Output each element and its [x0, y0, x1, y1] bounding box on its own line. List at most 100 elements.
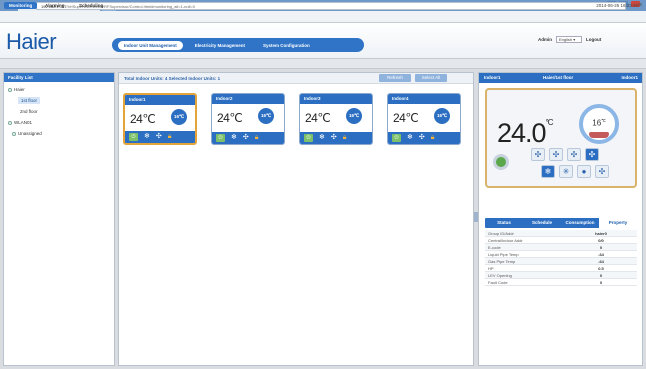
setpoint-readout: 16℃ [583, 118, 615, 128]
unit-setpoint: 16℃ [258, 108, 274, 124]
heat-mode-icon[interactable]: ✳ [559, 165, 573, 178]
cool-mode-icon: ❄ [144, 133, 150, 140]
nav-system-configuration[interactable]: System Configuration [257, 41, 316, 50]
cool-mode-icon[interactable]: ❄ [541, 165, 555, 178]
power-button[interactable] [493, 154, 509, 170]
unit-setpoint: 16℃ [434, 108, 450, 124]
unit-detail-panel: Indoor1 Haier/1st floor Indoor1 24.0°C 1… [478, 72, 643, 366]
url-input[interactable]: 192.168.1.127/VrfSupervisor/web/VRFSuper… [36, 2, 626, 10]
setpoint-dial[interactable]: 16℃ [579, 104, 619, 144]
detail-unit-name-right: Indoor1 [621, 75, 639, 80]
dry-mode-icon[interactable]: ● [577, 165, 591, 178]
fan-icon: ✣ [418, 134, 425, 141]
fan-icon: ✣ [330, 134, 337, 141]
table-row: Group ID/Addr haier0 [485, 230, 637, 237]
browser-menu-icon[interactable]: ≡ [638, 2, 642, 10]
unit-card-indoor3[interactable]: Indoor3 24℃ 16℃ ⏻ ❄ ✣ 🔒︎ [299, 93, 373, 145]
unit-card-indoor2[interactable]: Indoor2 24℃ 16℃ ⏻ ❄ ✣ 🔒︎ [211, 93, 285, 145]
unit-room-temp: 24℃ [305, 111, 331, 125]
controller-display: 24.0°C 16℃ ✣ ✣ ✣ ✣ ❄ ✳ ● ✣ [485, 88, 637, 188]
unit-card-title: Indoor4 [388, 94, 460, 104]
node-icon [12, 131, 16, 136]
tree-item-wlan01[interactable]: WLAN01 [8, 119, 32, 126]
setpoint-unit: ℃ [601, 118, 606, 123]
power-icon: ⏻ [129, 133, 138, 141]
unit-room-temp: 24℃ [217, 111, 243, 125]
tree-item-label: Unassigned [18, 131, 42, 136]
power-icon: ⏻ [392, 134, 401, 142]
unit-room-temp: 24℃ [393, 111, 419, 125]
language-select[interactable]: English ▾ [556, 36, 582, 43]
fan-icon: ✣ [155, 133, 162, 140]
node-icon [8, 120, 12, 125]
property-value: 0.5 [598, 266, 604, 271]
user-controls: Admin English ▾ Logout [538, 36, 601, 43]
tree-item-unassigned[interactable]: Unassigned [12, 130, 42, 137]
property-key: LEV Opening [488, 273, 512, 278]
property-value: 0/0 [598, 238, 604, 243]
setpoint-value: 16 [592, 118, 602, 128]
unit-card-indoor4[interactable]: Indoor4 24℃ 16℃ ⏻ ❄ ✣ 🔒︎ [387, 93, 461, 145]
tree-item-2nd-floor[interactable]: 2nd floor [20, 108, 38, 115]
cool-mode-icon: ❄ [407, 134, 413, 141]
haier-logo: Haier [6, 29, 57, 54]
property-key: Fault Code [488, 280, 508, 285]
language-value: English [559, 37, 573, 42]
unit-status-bar: ⏻ ❄ ✣ 🔒︎ [125, 131, 195, 143]
fan-speed-icon[interactable]: ✣ [567, 148, 581, 161]
tree-item-label: WLAN01 [14, 120, 33, 125]
tree-item-haier[interactable]: Haier [8, 86, 25, 93]
property-value: -64 [598, 259, 604, 264]
tab-consumption[interactable]: Consumption [561, 218, 599, 228]
detail-header: Indoor1 Haier/1st floor Indoor1 [479, 73, 642, 83]
unit-room-temp: 24℃ [130, 112, 156, 126]
nav-indoor-unit-management[interactable]: Indoor Unit Management [118, 40, 183, 50]
table-row: Central/Indoor Addr 0/0 [485, 237, 637, 244]
tab-alarming[interactable]: Alarming [40, 2, 70, 9]
room-temp-value: 24.0 [497, 118, 547, 148]
tab-schedule[interactable]: Schedule [523, 218, 561, 228]
unit-status-bar: ⏻ ❄ ✣ 🔒︎ [388, 132, 460, 144]
table-row: LEV Opening 0 [485, 272, 637, 279]
select-all-button[interactable]: Select All [415, 74, 447, 82]
lock-icon: 🔒︎ [342, 134, 347, 141]
cool-mode-icon: ❄ [231, 134, 237, 141]
node-icon [8, 87, 12, 92]
tab-monitoring[interactable]: Monitoring [4, 2, 38, 9]
fan-only-icon[interactable]: ✣ [595, 165, 609, 178]
table-row: HP 0.5 [485, 265, 637, 272]
property-table: Group ID/Addr haier0 Central/Indoor Addr 0… [485, 230, 637, 286]
lock-icon: 🔒︎ [430, 134, 435, 141]
property-key: Gas Pipe Temp [488, 259, 516, 264]
unit-card-title: Indoor3 [300, 94, 372, 104]
property-value: 0 [599, 280, 603, 285]
property-key: Liquid Pipe Temp [488, 252, 519, 257]
unit-card-indoor1[interactable]: Indoor1 24℃ 16℃ ⏻ ❄ ✣ 🔒︎ [123, 93, 197, 145]
facility-panel: Facility List Haier 1st floor 2nd floor … [3, 72, 115, 366]
units-stats: Total Indoor Units: 4 Selected Indoor Un… [124, 76, 221, 81]
lock-icon: 🔒︎ [167, 133, 172, 140]
property-value: haier0 [595, 231, 607, 236]
tree-item-label: Haier [14, 87, 25, 92]
detail-location: Haier/1st floor [543, 75, 574, 80]
tree-item-1st-floor[interactable]: 1st floor [18, 97, 41, 104]
tab-status[interactable]: Status [485, 218, 523, 228]
logout-link[interactable]: Logout [586, 37, 601, 42]
tab-scheduling[interactable]: Scheduling [74, 2, 108, 9]
table-row: Fault Code 0 [485, 279, 637, 286]
main-nav: Indoor Unit Management Electricity Manag… [112, 38, 364, 52]
property-key: Central/Indoor Addr [488, 238, 523, 243]
nav-electricity-management[interactable]: Electricity Management [189, 41, 251, 50]
unit-card-title: Indoor1 [125, 95, 195, 105]
unit-status-bar: ⏻ ❄ ✣ 🔒︎ [212, 132, 284, 144]
tab-property[interactable]: Property [599, 218, 637, 228]
power-icon: ⏻ [304, 134, 313, 142]
refresh-button[interactable]: Refresh [379, 74, 411, 82]
room-temperature: 24.0°C [497, 118, 554, 149]
swing-icon[interactable]: ✣ [549, 148, 563, 161]
detail-unit-name: Indoor1 [484, 75, 501, 80]
table-row: Gas Pipe Temp -64 [485, 258, 637, 265]
auto-fan-icon[interactable]: ✣ [585, 148, 599, 161]
fan-mode-icon[interactable]: ✣ [531, 148, 545, 161]
property-value: 0 [599, 245, 603, 250]
